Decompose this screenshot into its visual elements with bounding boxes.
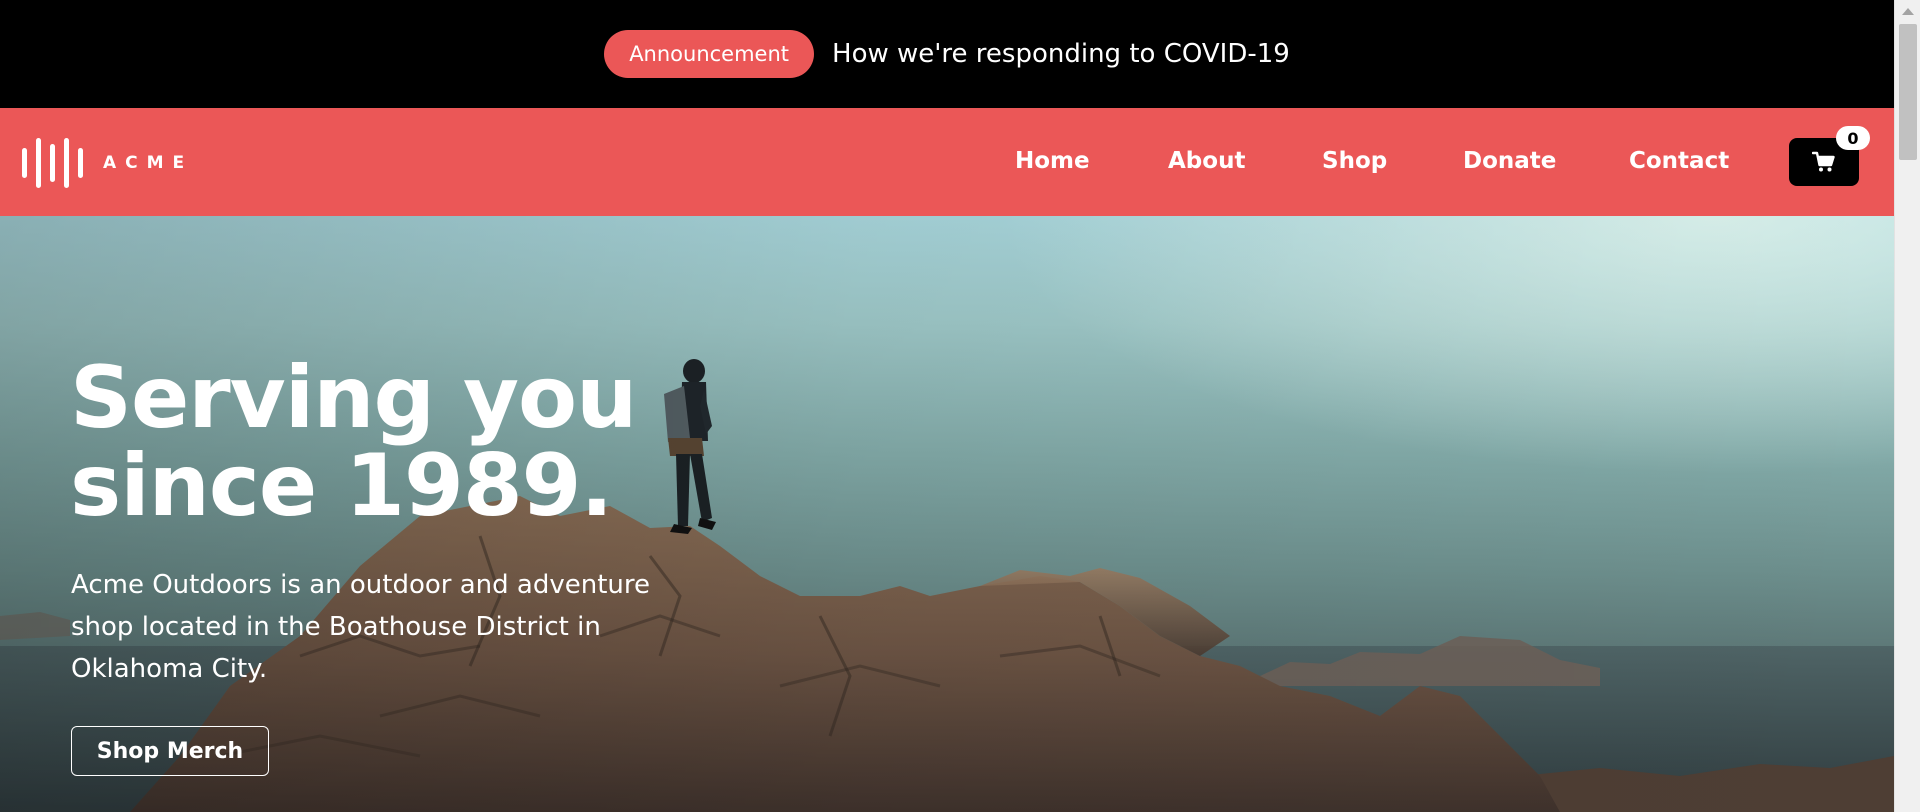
hero-title-line1: Serving you [70,348,637,448]
shop-merch-button[interactable]: Shop Merch [71,726,269,776]
hero-section: Serving you since 1989. Acme Outdoors is… [0,216,1894,812]
announcement-badge[interactable]: Announcement [604,30,815,78]
cart-count-badge: 0 [1836,126,1870,150]
scroll-thumb[interactable] [1899,24,1917,160]
main-navbar: ACME Home About Shop Donate Contact 0 [0,108,1894,216]
hero-title: Serving you since 1989. [70,354,690,530]
announcement-link[interactable]: How we're responding to COVID-19 [832,39,1290,69]
scroll-up-arrow-icon[interactable] [1902,8,1914,15]
logo-text: ACME [103,153,194,173]
announcement-bar: Announcement How we're responding to COV… [0,0,1894,108]
nav-about[interactable]: About [1168,148,1245,174]
hero-description: Acme Outdoors is an outdoor and adventur… [71,570,650,684]
nav-donate[interactable]: Donate [1463,148,1556,174]
shopping-cart-icon [1812,151,1835,172]
acme-logo[interactable]: ACME [22,138,193,188]
logo-bars-icon [22,138,83,188]
nav-home[interactable]: Home [1015,148,1090,174]
hero-title-line2: since 1989. [70,436,613,536]
nav-shop[interactable]: Shop [1322,148,1387,174]
nav-contact[interactable]: Contact [1629,148,1729,174]
page-scrollbar[interactable] [1894,0,1920,812]
